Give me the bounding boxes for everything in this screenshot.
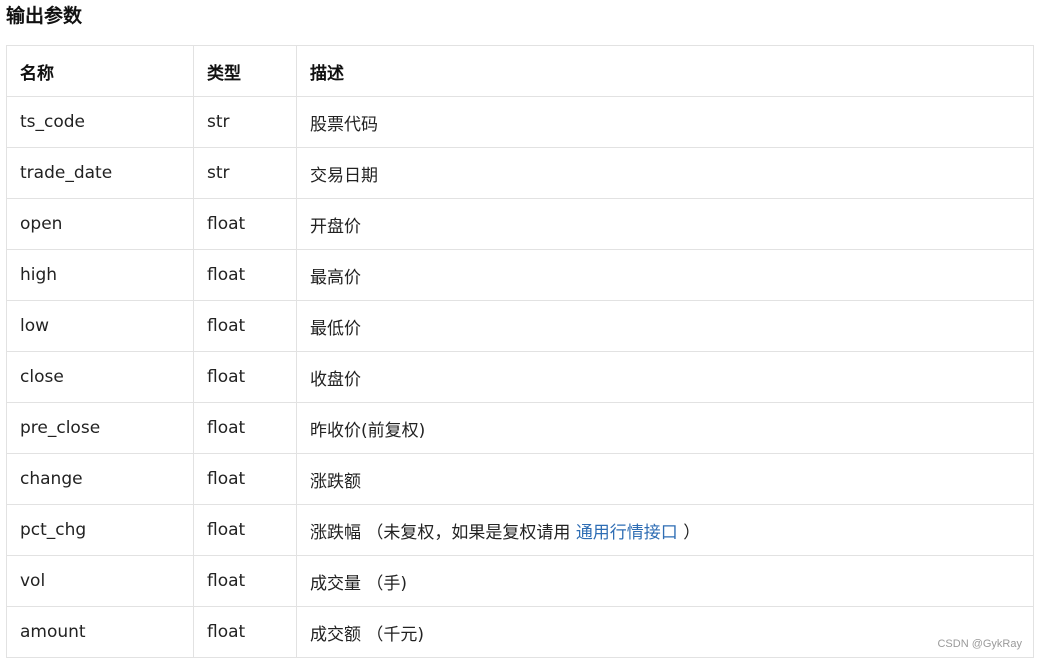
header-desc: 描述 (296, 45, 1034, 97)
param-type: str (193, 147, 297, 199)
param-type: float (193, 300, 297, 352)
param-desc: 涨跌额 (296, 453, 1034, 505)
param-name: ts_code (6, 96, 194, 148)
param-desc: 成交量 （手) (296, 555, 1034, 607)
param-desc: 最低价 (296, 300, 1034, 352)
param-type: float (193, 402, 297, 454)
table-row: low float 最低价 (6, 300, 1034, 352)
param-name: pct_chg (6, 504, 194, 556)
param-name: low (6, 300, 194, 352)
table-row: ts_code str 股票代码 (6, 96, 1034, 148)
param-type: float (193, 453, 297, 505)
watermark: CSDN @GykRay (937, 638, 1022, 650)
param-type: float (193, 249, 297, 301)
table-row: change float 涨跌额 (6, 453, 1034, 505)
param-desc: 收盘价 (296, 351, 1034, 403)
output-params-table: 名称 类型 描述 ts_code str 股票代码 trade_date str… (6, 45, 1034, 658)
param-type: float (193, 504, 297, 556)
param-type: str (193, 96, 297, 148)
param-desc: 成交额 （千元) (296, 606, 1034, 658)
param-type: float (193, 351, 297, 403)
table-row: amount float 成交额 （千元) (6, 606, 1034, 658)
section-title: 输出参数 (6, 5, 83, 27)
table-header-row: 名称 类型 描述 (6, 45, 1034, 97)
table-row: open float 开盘价 (6, 198, 1034, 250)
header-type: 类型 (193, 45, 297, 97)
param-desc: 最高价 (296, 249, 1034, 301)
table-row: trade_date str 交易日期 (6, 147, 1034, 199)
param-name: trade_date (6, 147, 194, 199)
table-row: pct_chg float 涨跌幅 （未复权，如果是复权请用 通用行情接口 ） (6, 504, 1034, 556)
param-name: high (6, 249, 194, 301)
table-row: close float 收盘价 (6, 351, 1034, 403)
param-name: change (6, 453, 194, 505)
param-desc: 交易日期 (296, 147, 1034, 199)
desc-note-suffix: ） (677, 522, 701, 543)
param-desc: 股票代码 (296, 96, 1034, 148)
param-name: open (6, 198, 194, 250)
param-name: amount (6, 606, 194, 658)
general-quote-api-link[interactable]: 通用行情接口 (576, 523, 678, 543)
param-type: float (193, 198, 297, 250)
table-row: high float 最高价 (6, 249, 1034, 301)
param-desc-cell: 涨跌幅 （未复权，如果是复权请用 通用行情接口 ） (296, 504, 1034, 556)
header-name: 名称 (6, 45, 194, 97)
param-desc: 涨跌幅 (310, 522, 367, 543)
param-desc: 开盘价 (296, 198, 1034, 250)
param-type: float (193, 606, 297, 658)
param-type: float (193, 555, 297, 607)
param-name: pre_close (6, 402, 194, 454)
param-name: close (6, 351, 194, 403)
desc-note-prefix: （未复权，如果是复权请用 (366, 522, 576, 543)
table-row: vol float 成交量 （手) (6, 555, 1034, 607)
table-row: pre_close float 昨收价(前复权) (6, 402, 1034, 454)
param-name: vol (6, 555, 194, 607)
param-desc: 昨收价(前复权) (296, 402, 1034, 454)
